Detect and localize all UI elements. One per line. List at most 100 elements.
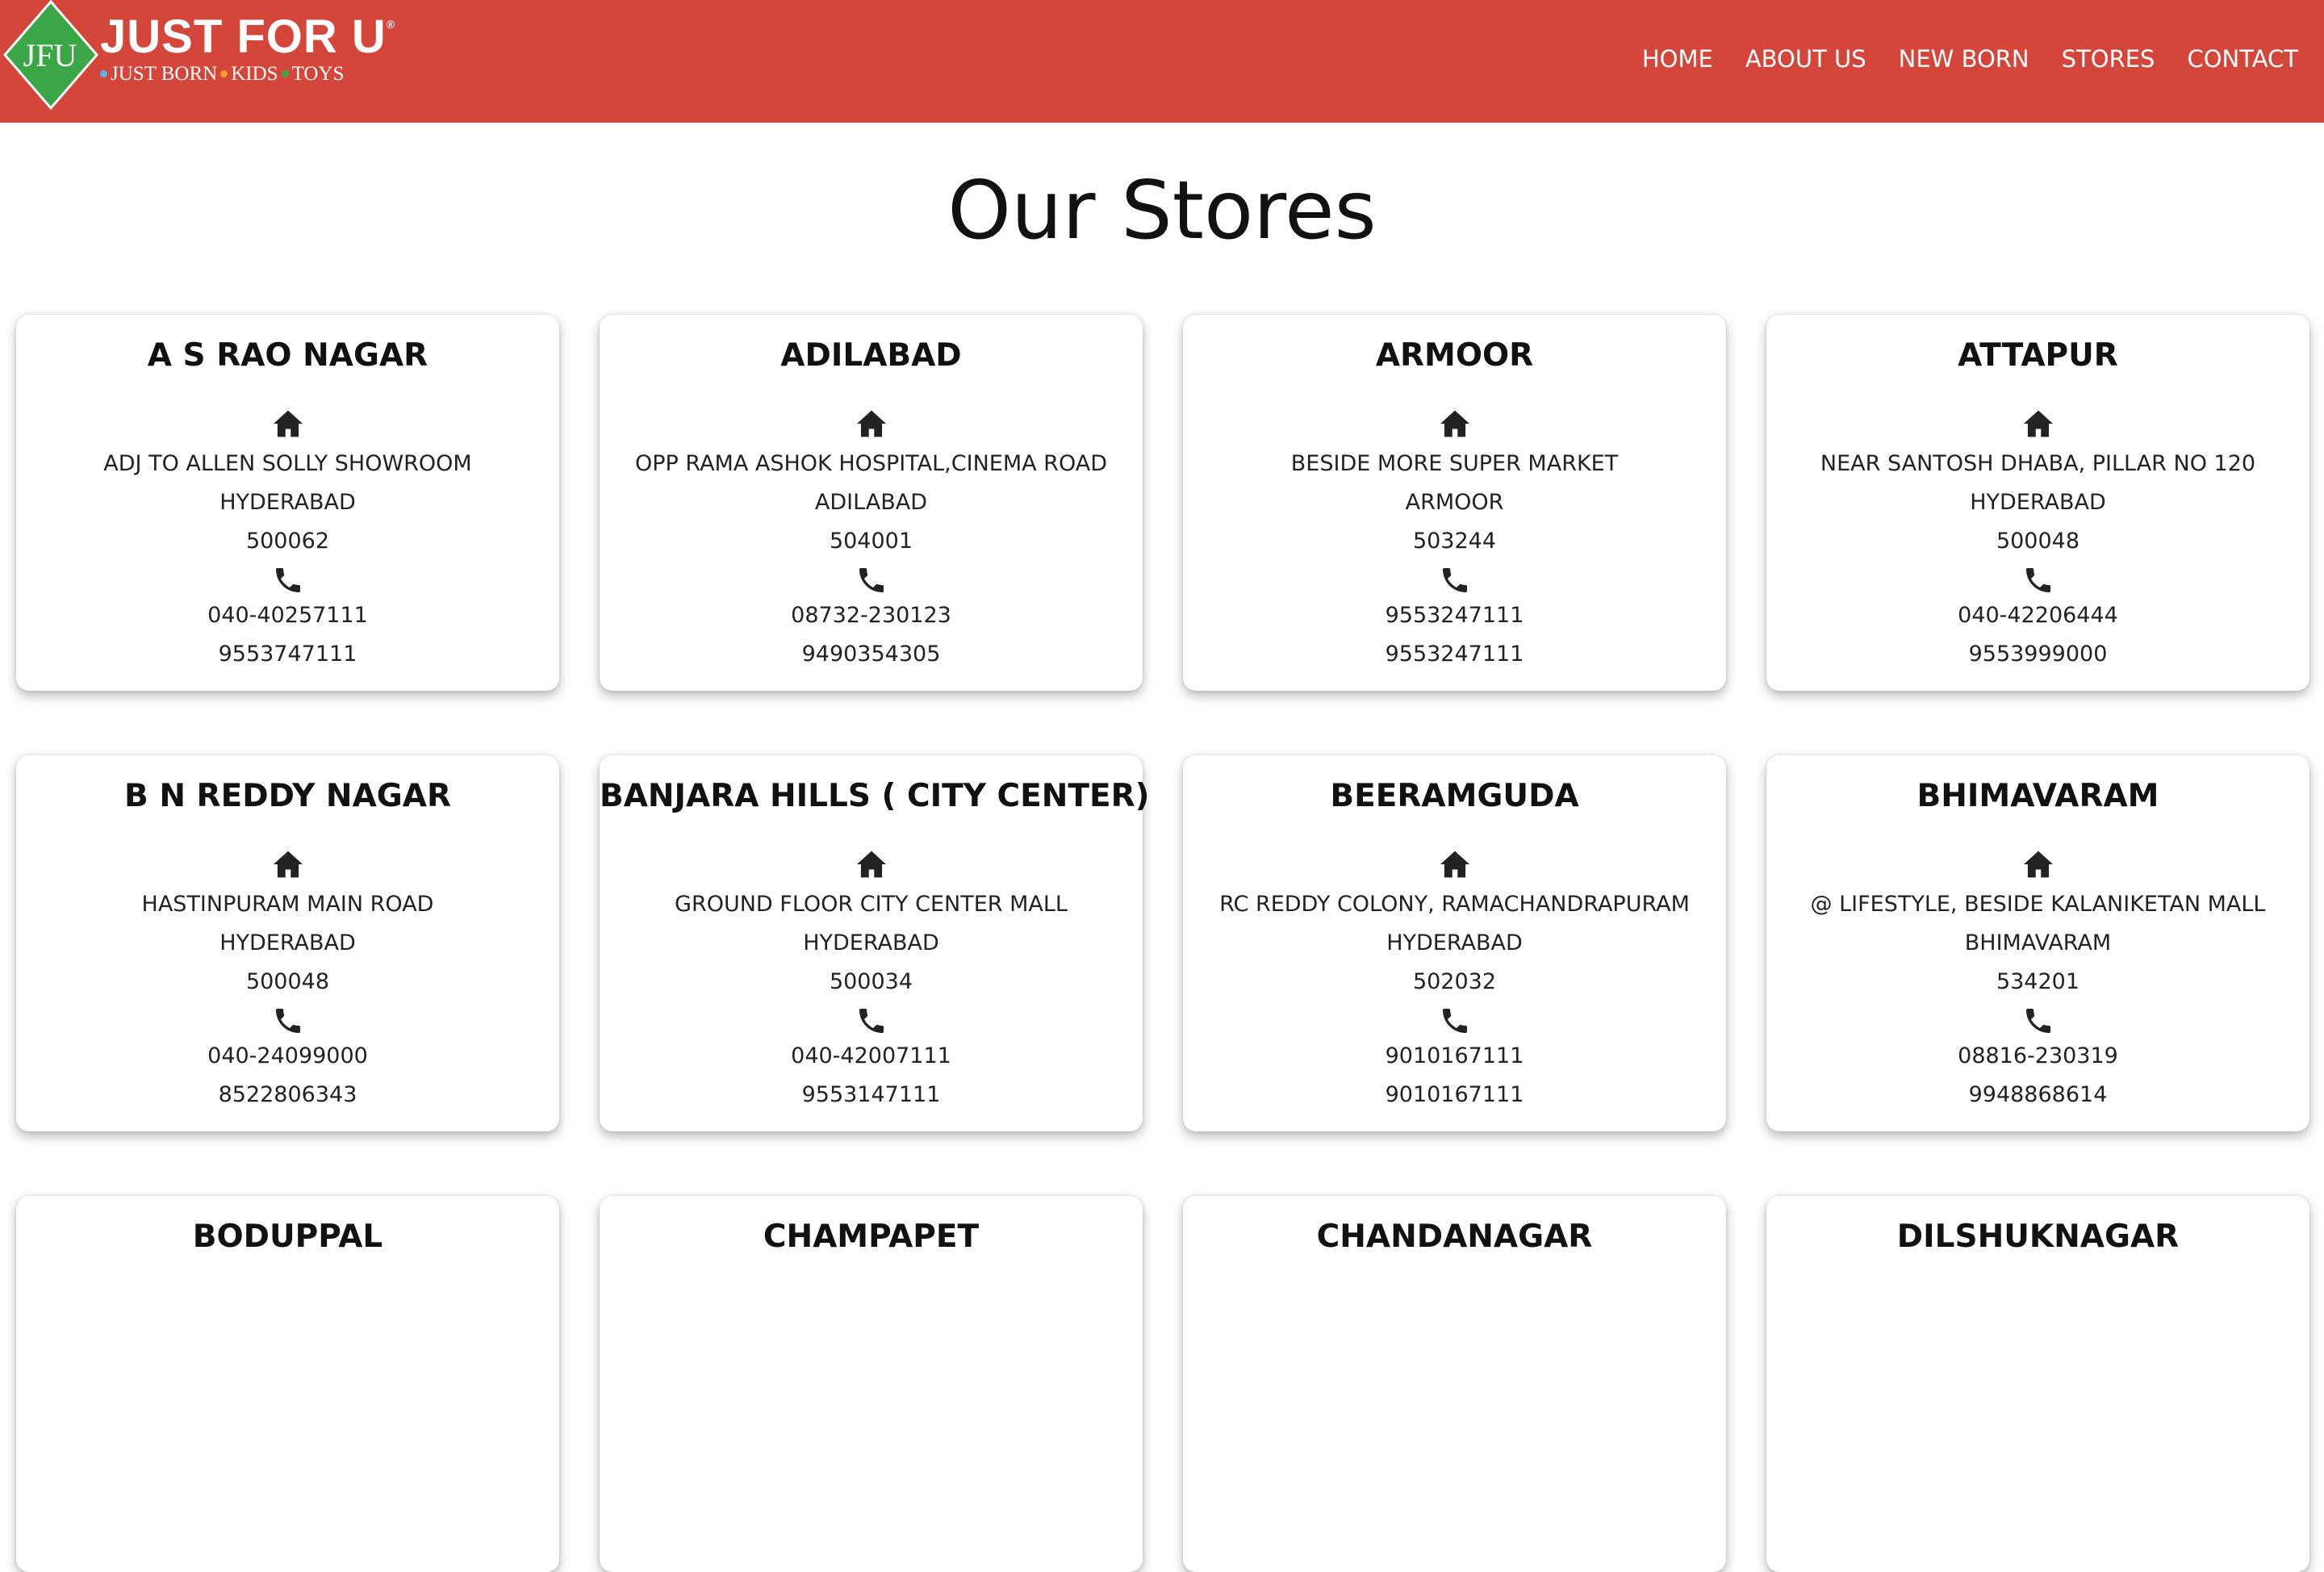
- store-pincode: 502032: [1412, 969, 1497, 994]
- store-phone-1[interactable]: 040-40257111: [16, 596, 559, 635]
- store-name: BODUPPAL: [192, 1219, 383, 1255]
- store-card: ATTAPUR NEAR SANTOSH DHABA, PILLAR NO 12…: [1766, 315, 2309, 691]
- store-name: DILSHUKNAGAR: [1896, 1219, 2180, 1255]
- nav-home[interactable]: HOME: [1642, 45, 1713, 73]
- phone-icon: [2025, 1009, 2050, 1033]
- store-name: ATTAPUR: [1958, 337, 2118, 374]
- store-card: BHIMAVARAM @ LIFESTYLE, BESIDE KALANIKET…: [1766, 755, 2309, 1131]
- home-icon: [856, 851, 886, 878]
- store-address: HASTINPURAM MAIN ROAD: [141, 892, 434, 917]
- store-city: HYDERABAD: [219, 930, 356, 955]
- store-details: GROUND FLOOR CITY CENTER MALL HYDERABAD …: [600, 850, 1143, 1114]
- logo-diamond-icon: JFU: [3, 0, 98, 110]
- store-name: CHANDANAGAR: [1316, 1219, 1593, 1255]
- page-title: Our Stores: [947, 163, 1377, 257]
- store-phone-2[interactable]: 9553247111: [1183, 635, 1726, 674]
- home-icon: [856, 410, 886, 437]
- store-pincode: 500062: [245, 529, 330, 554]
- nav-new-born[interactable]: NEW BORN: [1899, 45, 2029, 73]
- store-city: ARMOOR: [1405, 490, 1504, 515]
- store-address: BESIDE MORE SUPER MARKET: [1290, 451, 1619, 476]
- phone-icon: [859, 1009, 884, 1033]
- store-phone-1[interactable]: 040-24099000: [16, 1037, 559, 1076]
- store-city: ADILABAD: [814, 490, 928, 515]
- store-phone-1[interactable]: 08816-230319: [1766, 1037, 2309, 1076]
- store-details: HASTINPURAM MAIN ROAD HYDERABAD 500048 0…: [16, 850, 559, 1114]
- store-card: A S RAO NAGAR ADJ TO ALLEN SOLLY SHOWROO…: [16, 315, 559, 691]
- store-address: RC REDDY COLONY, RAMACHANDRAPURAM: [1219, 892, 1690, 917]
- store-phone-2[interactable]: 9490354305: [600, 635, 1143, 674]
- store-card: BEERAMGUDA RC REDDY COLONY, RAMACHANDRAP…: [1183, 755, 1726, 1131]
- home-icon: [2023, 410, 2053, 437]
- store-phone-2[interactable]: 9553999000: [1766, 635, 2309, 674]
- home-icon: [2023, 851, 2053, 878]
- store-details: @ LIFESTYLE, BESIDE KALANIKETAN MALL BHI…: [1766, 850, 2309, 1114]
- store-address: OPP RAMA ASHOK HOSPITAL,CINEMA ROAD: [635, 451, 1107, 476]
- store-pincode: 500034: [829, 969, 913, 994]
- store-name: BEERAMGUDA: [1330, 778, 1579, 814]
- logo[interactable]: JFU JUST FOR U® JUST BORN KIDS TOYS: [3, 0, 395, 110]
- store-address: @ LIFESTYLE, BESIDE KALANIKETAN MALL: [1810, 892, 2266, 917]
- store-phone-1[interactable]: 040-42007111: [600, 1037, 1143, 1076]
- store-phone-2[interactable]: 9553747111: [16, 635, 559, 674]
- phone-icon: [275, 1009, 300, 1033]
- store-name: CHAMPAPET: [763, 1219, 980, 1255]
- store-card: CHANDANAGAR: [1183, 1196, 1726, 1572]
- store-phone-2[interactable]: 9553147111: [600, 1076, 1143, 1114]
- store-card: BANJARA HILLS ( CITY CENTER) GROUND FLOO…: [600, 755, 1150, 1131]
- phone-icon: [859, 568, 884, 592]
- store-address: NEAR SANTOSH DHABA, PILLAR NO 120: [1820, 451, 2256, 476]
- store-details: ADJ TO ALLEN SOLLY SHOWROOM HYDERABAD 50…: [16, 409, 559, 674]
- tagline-dot: [220, 70, 228, 77]
- phone-icon: [1442, 568, 1467, 592]
- store-city: HYDERABAD: [803, 930, 939, 955]
- store-phone-1[interactable]: 040-42206444: [1766, 596, 2309, 635]
- store-phone-2[interactable]: 8522806343: [16, 1076, 559, 1114]
- store-card: CHAMPAPET: [600, 1196, 1143, 1572]
- home-icon: [273, 851, 303, 878]
- store-address: GROUND FLOOR CITY CENTER MALL: [675, 892, 1068, 917]
- store-phone-1[interactable]: 08732-230123: [600, 596, 1143, 635]
- store-card: BODUPPAL: [16, 1196, 559, 1572]
- tagline-dot: [100, 70, 107, 77]
- phone-icon: [1442, 1009, 1467, 1033]
- store-name: B N REDDY NAGAR: [124, 778, 451, 814]
- store-name: ARMOOR: [1375, 337, 1534, 374]
- store-phone-1[interactable]: 9010167111: [1183, 1037, 1726, 1076]
- store-city: HYDERABAD: [1970, 490, 2106, 515]
- logo-tagline: JUST BORN KIDS TOYS: [97, 63, 344, 86]
- store-city: HYDERABAD: [1386, 930, 1523, 955]
- store-pincode: 504001: [829, 529, 913, 554]
- store-pincode: 503244: [1412, 529, 1497, 554]
- home-icon: [1440, 851, 1469, 878]
- store-details: BESIDE MORE SUPER MARKET ARMOOR 503244 9…: [1183, 409, 1726, 674]
- nav-stores[interactable]: STORES: [2062, 45, 2155, 73]
- store-details: OPP RAMA ASHOK HOSPITAL,CINEMA ROAD ADIL…: [600, 409, 1143, 674]
- store-phone-2[interactable]: 9948868614: [1766, 1076, 2309, 1114]
- store-details: NEAR SANTOSH DHABA, PILLAR NO 120 HYDERA…: [1766, 409, 2309, 674]
- phone-icon: [2025, 568, 2050, 592]
- store-card: DILSHUKNAGAR: [1766, 1196, 2309, 1572]
- store-pincode: 500048: [245, 969, 330, 994]
- store-name: BHIMAVARAM: [1916, 778, 2159, 814]
- main-nav: HOME ABOUT US NEW BORN STORES CONTACT: [1642, 45, 2298, 73]
- store-name: A S RAO NAGAR: [147, 337, 428, 374]
- store-city: HYDERABAD: [219, 490, 356, 515]
- home-icon: [273, 410, 303, 437]
- store-details: RC REDDY COLONY, RAMACHANDRAPURAM HYDERA…: [1183, 850, 1726, 1114]
- logo-title: JUST FOR U®: [100, 10, 396, 63]
- store-card: ARMOOR BESIDE MORE SUPER MARKET ARMOOR 5…: [1183, 315, 1726, 691]
- home-icon: [1440, 410, 1469, 437]
- logo-mark: JFU: [23, 37, 77, 73]
- tagline-dot: [281, 70, 289, 77]
- store-phone-1[interactable]: 9553247111: [1183, 596, 1726, 635]
- nav-contact[interactable]: CONTACT: [2187, 45, 2298, 73]
- store-phone-2[interactable]: 9010167111: [1183, 1076, 1726, 1114]
- site-header: JFU JUST FOR U® JUST BORN KIDS TOYS HOME A…: [0, 0, 2324, 123]
- store-name: BANJARA HILLS ( CITY CENTER): [600, 778, 1150, 814]
- store-card: B N REDDY NAGAR HASTINPURAM MAIN ROAD HY…: [16, 755, 559, 1131]
- nav-about-us[interactable]: ABOUT US: [1745, 45, 1866, 73]
- phone-icon: [275, 568, 300, 592]
- store-city: BHIMAVARAM: [1964, 930, 2112, 955]
- store-name: ADILABAD: [780, 337, 962, 374]
